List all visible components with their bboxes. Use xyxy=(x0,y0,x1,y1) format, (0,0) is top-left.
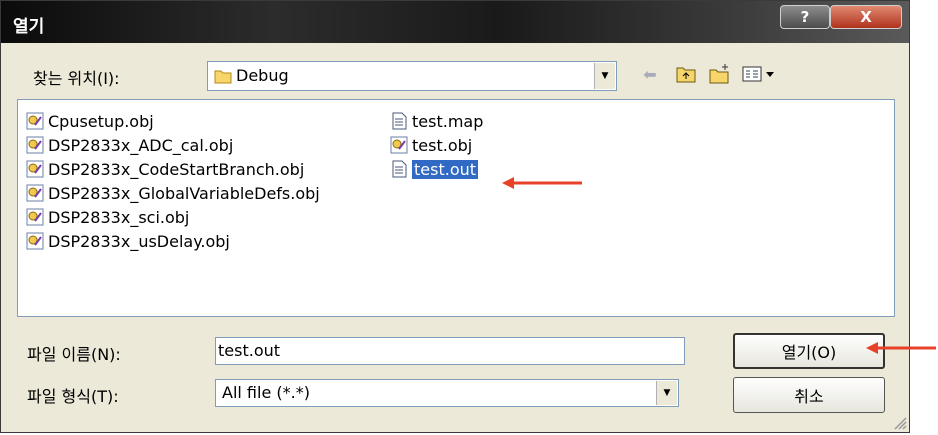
object-file-icon xyxy=(26,112,44,130)
resize-grip-icon[interactable] xyxy=(893,416,907,430)
back-arrow-icon[interactable]: ⬅ xyxy=(639,63,661,85)
text-file-icon xyxy=(392,112,407,130)
chevron-down-icon[interactable]: ▼ xyxy=(594,63,615,89)
up-folder-icon[interactable] xyxy=(675,63,697,85)
dialog-title: 열기 xyxy=(13,17,45,37)
help-button[interactable]: ? xyxy=(780,5,830,29)
title-bar[interactable]: 열기 ? X xyxy=(1,1,909,43)
filename-value: test.out xyxy=(218,341,281,360)
object-file-icon xyxy=(26,160,44,178)
file-name: test.out xyxy=(412,159,479,179)
file-item[interactable]: Cpusetup.obj xyxy=(26,110,154,132)
filename-label: 파일 이름(N): xyxy=(27,345,121,364)
filename-input[interactable]: test.out xyxy=(215,337,685,365)
file-name: test.map xyxy=(412,111,484,131)
file-item[interactable]: test.obj xyxy=(390,134,472,156)
file-name: DSP2833x_CodeStartBranch.obj xyxy=(48,159,305,179)
file-name: DSP2833x_ADC_cal.obj xyxy=(48,135,234,155)
object-file-icon xyxy=(390,136,408,154)
folder-icon xyxy=(214,70,232,84)
file-name: DSP2833x_GlobalVariableDefs.obj xyxy=(48,183,320,203)
file-name: DSP2833x_usDelay.obj xyxy=(48,231,230,251)
file-item[interactable]: test.out xyxy=(390,158,479,180)
file-item[interactable]: test.map xyxy=(390,110,483,132)
object-file-icon xyxy=(26,184,44,202)
file-item[interactable]: DSP2833x_GlobalVariableDefs.obj xyxy=(26,182,320,204)
file-list[interactable]: Cpusetup.obj DSP2833x_ADC_cal.obj DSP2833x… xyxy=(17,99,895,317)
object-file-icon xyxy=(26,136,44,154)
look-in-value: Debug xyxy=(236,66,289,85)
text-file-icon xyxy=(392,160,407,178)
annotation-arrow-file xyxy=(502,177,582,189)
file-item[interactable]: DSP2833x_CodeStartBranch.obj xyxy=(26,158,304,180)
filetype-value: All file (*.*) xyxy=(222,383,310,402)
object-file-icon xyxy=(26,208,44,226)
filetype-dropdown[interactable]: All file (*.*) ▼ xyxy=(215,379,679,407)
open-file-dialog: 열기 ? X 찾는 위치(I): Debug ▼ ⬅ Cpusetup.obj D… xyxy=(0,0,910,433)
object-file-icon xyxy=(26,232,44,250)
file-item[interactable]: DSP2833x_ADC_cal.obj xyxy=(26,134,233,156)
file-name: Cpusetup.obj xyxy=(48,111,154,131)
cancel-button[interactable]: 취소 xyxy=(733,377,885,413)
file-name: DSP2833x_sci.obj xyxy=(48,207,190,227)
file-item[interactable]: DSP2833x_sci.obj xyxy=(26,206,189,228)
new-folder-icon[interactable] xyxy=(709,63,731,85)
close-button[interactable]: X xyxy=(830,5,902,29)
annotation-arrow-open-button xyxy=(866,342,936,354)
look-in-label: 찾는 위치(I): xyxy=(33,69,120,88)
file-item[interactable]: DSP2833x_usDelay.obj xyxy=(26,230,230,252)
view-menu-icon[interactable] xyxy=(741,63,777,85)
open-button[interactable]: 열기(O) xyxy=(733,333,885,369)
look-in-dropdown[interactable]: Debug ▼ xyxy=(207,61,617,91)
chevron-down-icon[interactable]: ▼ xyxy=(656,381,677,405)
file-name: test.obj xyxy=(412,135,473,155)
filetype-label: 파일 형식(T): xyxy=(27,387,119,406)
